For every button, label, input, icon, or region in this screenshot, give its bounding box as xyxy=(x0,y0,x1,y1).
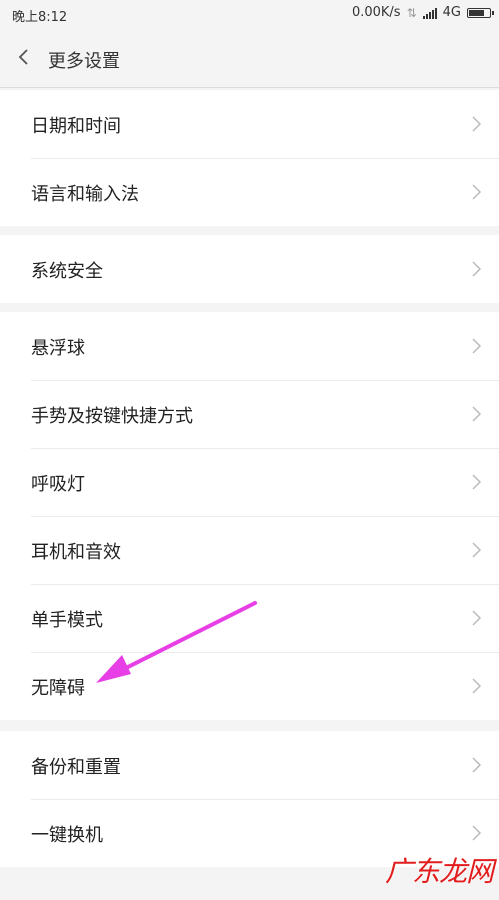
settings-item-headphones-audio[interactable]: 耳机和音效 xyxy=(0,516,499,584)
chevron-right-icon xyxy=(472,116,482,132)
settings-item-date-time[interactable]: 日期和时间 xyxy=(0,90,499,158)
settings-group-1: 日期和时间 语言和输入法 xyxy=(0,90,499,226)
battery-icon xyxy=(467,8,494,18)
settings-item-gesture-shortcuts[interactable]: 手势及按键快捷方式 xyxy=(0,380,499,448)
settings-item-label: 语言和输入法 xyxy=(31,184,139,205)
signal-strength-icon xyxy=(422,7,437,19)
settings-item-label: 日期和时间 xyxy=(31,116,121,137)
settings-item-label: 单手模式 xyxy=(31,610,103,631)
watermark-text: 广东龙网 xyxy=(384,855,494,888)
page-title: 更多设置 xyxy=(48,51,120,72)
settings-group-2: 系统安全 xyxy=(0,235,499,303)
network-type: 4G xyxy=(442,5,461,20)
settings-item-language-input[interactable]: 语言和输入法 xyxy=(0,158,499,226)
settings-item-label: 耳机和音效 xyxy=(31,542,121,563)
settings-group-4: 备份和重置 一键换机 xyxy=(0,731,499,867)
chevron-right-icon xyxy=(472,825,482,841)
settings-item-label: 无障碍 xyxy=(31,678,85,699)
settings-item-label: 呼吸灯 xyxy=(31,474,85,495)
chevron-right-icon xyxy=(472,474,482,490)
chevron-right-icon xyxy=(472,757,482,773)
chevron-right-icon xyxy=(472,184,482,200)
settings-item-floating-ball[interactable]: 悬浮球 xyxy=(0,312,499,380)
battery-fill xyxy=(469,10,484,16)
chevron-right-icon xyxy=(472,261,482,277)
status-bar: 晚上8:12 0.00K/s ⇅ 4G xyxy=(0,0,499,28)
settings-item-label: 一键换机 xyxy=(31,825,103,846)
settings-item-system-security[interactable]: 系统安全 xyxy=(0,235,499,303)
watermark-logo: 广东龙网 xyxy=(384,850,494,890)
settings-item-label: 悬浮球 xyxy=(31,338,85,359)
back-arrow-icon xyxy=(18,49,28,65)
settings-item-notification-light[interactable]: 呼吸灯 xyxy=(0,448,499,516)
settings-item-backup-reset[interactable]: 备份和重置 xyxy=(0,731,499,799)
chevron-right-icon xyxy=(472,678,482,694)
header: 更多设置 xyxy=(0,28,499,88)
back-button[interactable] xyxy=(10,44,36,70)
settings-item-label: 备份和重置 xyxy=(31,757,121,778)
settings-group-3: 悬浮球 手势及按键快捷方式 呼吸灯 耳机和音效 单手模式 无障碍 xyxy=(0,312,499,720)
data-transfer-icon: ⇅ xyxy=(406,6,417,20)
settings-item-label: 手势及按键快捷方式 xyxy=(31,406,193,427)
status-indicators: 0.00K/s ⇅ 4G xyxy=(351,5,494,21)
settings-item-accessibility[interactable]: 无障碍 xyxy=(0,652,499,720)
chevron-right-icon xyxy=(472,338,482,354)
settings-item-label: 系统安全 xyxy=(31,261,103,282)
chevron-right-icon xyxy=(472,542,482,558)
network-speed: 0.00K/s xyxy=(351,5,401,20)
status-time: 晚上8:12 xyxy=(12,10,68,25)
chevron-right-icon xyxy=(472,406,482,422)
chevron-right-icon xyxy=(472,610,482,626)
settings-item-one-handed-mode[interactable]: 单手模式 xyxy=(0,584,499,652)
